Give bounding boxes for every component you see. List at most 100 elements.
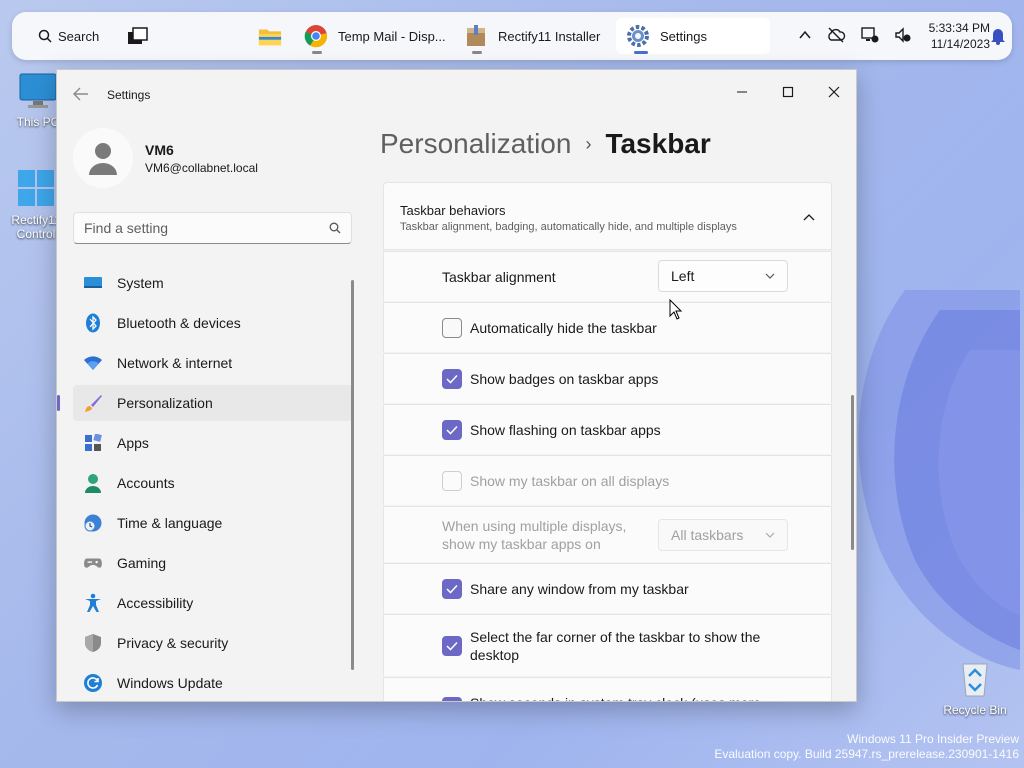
sidebar-item-label: Apps — [117, 435, 149, 451]
sidebar-item-network[interactable]: Network & internet — [73, 345, 353, 381]
search-input[interactable] — [84, 220, 329, 236]
show-seconds-row: Show seconds in system tray clock (uses … — [383, 677, 832, 701]
far-corner-checkbox[interactable] — [442, 636, 462, 656]
section-title: Taskbar behaviors — [400, 203, 506, 218]
sidebar-item-privacy-security[interactable]: Privacy & security — [73, 625, 353, 661]
breadcrumb: Personalization › Taskbar — [380, 128, 711, 160]
page-title: Taskbar — [605, 128, 711, 159]
sidebar-item-apps[interactable]: Apps — [73, 425, 353, 461]
checkbox-label-line: desktop — [470, 647, 520, 663]
taskbar-behaviors-header[interactable]: Taskbar behaviors Taskbar alignment, bad… — [383, 182, 832, 250]
bell-icon — [991, 29, 1005, 45]
title-bar: Settings — [57, 70, 856, 118]
multi-display-label-line: show my taskbar apps on — [442, 536, 601, 552]
checkbox-label: Share any window from my taskbar — [470, 581, 689, 597]
main-scrollbar[interactable] — [851, 395, 854, 550]
taskbar-app-rectify11-installer[interactable]: Rectify11 Installer — [454, 18, 610, 54]
profile-name: VM6 — [145, 142, 174, 158]
sidebar-item-windows-update[interactable]: Windows Update — [73, 665, 353, 701]
taskbar-app-file-explorer[interactable] — [258, 24, 282, 48]
sidebar-item-time-language[interactable]: Time & language — [73, 505, 353, 541]
multi-display-label: When using multiple displays, show my ta… — [442, 517, 626, 553]
breadcrumb-separator: › — [585, 133, 592, 154]
chevron-down-icon — [765, 532, 775, 538]
checkmark-icon — [446, 584, 458, 594]
sidebar-item-label: Privacy & security — [117, 635, 229, 651]
apps-icon — [83, 433, 103, 453]
alignment-label: Taskbar alignment — [442, 269, 556, 285]
evaluation-watermark: Windows 11 Pro Insider Preview Evaluatio… — [714, 732, 1019, 762]
auto-hide-checkbox[interactable] — [442, 318, 462, 338]
sidebar-item-personalization[interactable]: Personalization — [57, 385, 353, 421]
sidebar-scrollbar[interactable] — [351, 280, 354, 670]
show-seconds-checkbox[interactable] — [442, 697, 462, 701]
sidebar-item-accounts[interactable]: Accounts — [73, 465, 353, 501]
taskbar-alignment-row: Taskbar alignment Left — [383, 251, 832, 301]
sidebar-item-bluetooth[interactable]: Bluetooth & devices — [73, 305, 353, 341]
settings-gear-icon — [627, 25, 649, 47]
taskbar-behaviors-panel: Taskbar behaviors Taskbar alignment, bad… — [383, 182, 832, 701]
find-setting-box[interactable] — [73, 212, 352, 244]
show-badges-checkbox[interactable] — [442, 369, 462, 389]
file-explorer-icon — [258, 29, 282, 46]
watermark-line: Windows 11 Pro Insider Preview — [847, 732, 1019, 746]
cloud-offline-icon[interactable] — [826, 27, 846, 43]
sidebar-item-label: Time & language — [117, 515, 223, 531]
maximize-button[interactable] — [765, 76, 811, 108]
task-view-button[interactable] — [126, 24, 150, 48]
auto-hide-row: Automatically hide the taskbar — [383, 302, 832, 352]
breadcrumb-parent[interactable]: Personalization — [380, 128, 571, 160]
clock-date: 11/14/2023 — [930, 37, 990, 51]
avatar[interactable] — [73, 128, 133, 188]
search-label: Search — [58, 28, 100, 44]
minimize-button[interactable] — [719, 76, 765, 108]
running-indicator — [312, 51, 322, 54]
sidebar-nav: System Bluetooth & devices Network & int… — [57, 265, 353, 701]
show-badges-row: Show badges on taskbar apps — [383, 353, 832, 403]
watermark-line: Evaluation copy. Build 25947.rs_prerelea… — [714, 747, 1019, 761]
network-disconnected-icon[interactable] — [860, 26, 880, 44]
taskbar: Search Temp Mail - Disp... Rectify11 Ins… — [12, 12, 1012, 60]
taskbar-app-chrome[interactable]: Temp Mail - Disp... — [294, 18, 456, 54]
clock-time: 5:33:34 PM — [928, 21, 990, 35]
close-button[interactable] — [811, 76, 856, 108]
sidebar-item-system[interactable]: System — [73, 265, 353, 301]
taskbar-app-label: Temp Mail - Disp... — [338, 28, 446, 44]
desktop-icon-label: Recycle Bin — [943, 703, 1007, 717]
collapse-button[interactable] — [801, 209, 817, 225]
section-subtitle: Taskbar alignment, badging, automaticall… — [400, 221, 737, 233]
show-flashing-checkbox[interactable] — [442, 420, 462, 440]
multi-display-dropdown[interactable]: All taskbars — [658, 519, 788, 551]
close-icon — [828, 86, 840, 98]
sidebar-item-accessibility[interactable]: Accessibility — [73, 585, 353, 621]
maximize-icon — [782, 86, 794, 98]
monitor-icon — [19, 73, 57, 108]
all-displays-row: Show my taskbar on all displays — [383, 455, 832, 505]
share-window-checkbox[interactable] — [442, 579, 462, 599]
back-button[interactable] — [71, 84, 91, 104]
profile-email: VM6@collabnet.local — [145, 161, 258, 175]
chevron-up-icon[interactable] — [798, 28, 812, 42]
system-tray — [798, 26, 912, 44]
accounts-icon — [83, 473, 103, 493]
sidebar-item-label: Personalization — [117, 395, 213, 411]
search-icon[interactable] — [329, 222, 341, 234]
checkmark-icon — [446, 641, 458, 651]
desktop-icon-recycle-bin[interactable]: Recycle Bin — [942, 658, 1008, 717]
volume-muted-icon[interactable] — [894, 27, 912, 43]
taskbar-clock[interactable]: 5:33:34 PM 11/14/2023 — [918, 20, 990, 52]
window-title: Settings — [107, 88, 151, 102]
user-silhouette-icon — [89, 143, 117, 175]
taskbar-app-settings[interactable]: Settings — [616, 18, 770, 54]
checkbox-label: Automatically hide the taskbar — [470, 320, 657, 336]
share-window-row: Share any window from my taskbar — [383, 563, 832, 613]
sidebar-item-gaming[interactable]: Gaming — [73, 545, 353, 581]
sidebar-item-label: Gaming — [117, 555, 167, 571]
taskbar-search-button[interactable]: Search — [26, 22, 118, 50]
all-displays-checkbox[interactable] — [442, 471, 462, 491]
taskbar-app-label: Settings — [660, 28, 707, 44]
alignment-dropdown[interactable]: Left — [658, 260, 788, 292]
notification-bell-button[interactable] — [986, 24, 1010, 48]
checkmark-icon — [446, 425, 458, 435]
dropdown-value: All taskbars — [671, 527, 744, 543]
